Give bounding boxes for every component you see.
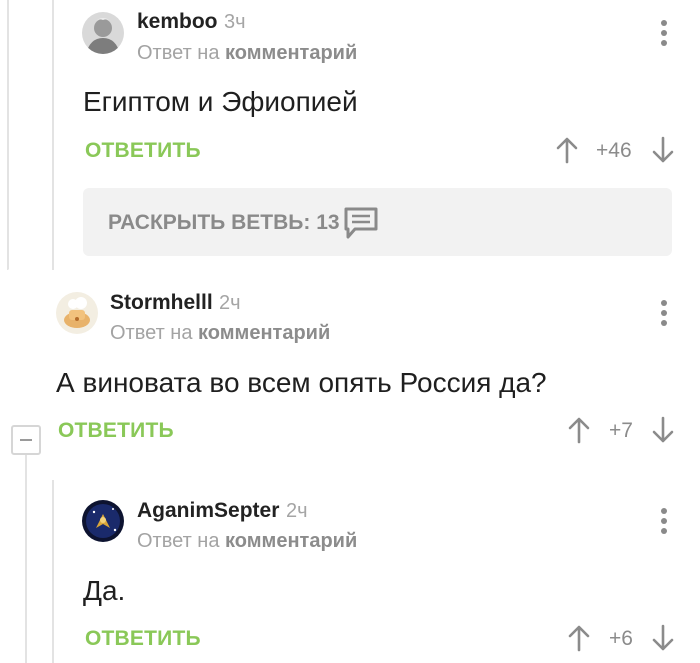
arrow-down-icon[interactable]: [652, 416, 674, 444]
avatar[interactable]: [82, 500, 124, 542]
reply-button[interactable]: ОТВЕТИТЬ: [58, 419, 174, 443]
reply-target-link[interactable]: комментарий: [225, 42, 357, 64]
reply-target-link[interactable]: комментарий: [198, 322, 330, 344]
comment-text: Египтом и Эфиопией: [83, 86, 358, 117]
comment-time: 2ч: [286, 500, 308, 522]
comment-time: 3ч: [224, 11, 246, 33]
expand-branch-button[interactable]: РАСКРЫТЬ ВЕТВЬ: 13: [83, 188, 672, 256]
reply-prefix: Ответ на: [137, 530, 220, 552]
kebab-menu-icon[interactable]: [660, 300, 668, 330]
rating-value: +7: [609, 419, 633, 442]
reply-prefix: Ответ на: [110, 322, 193, 344]
reply-target-link[interactable]: комментарий: [225, 530, 357, 552]
reply-to-line: Ответ на комментарий: [137, 530, 357, 553]
arrow-up-icon[interactable]: [556, 136, 578, 164]
collapse-thread-button[interactable]: [11, 425, 41, 455]
comment-text: А виновата во всем опять Россия да?: [56, 367, 547, 398]
reply-prefix: Ответ на: [137, 42, 220, 64]
arrow-up-icon[interactable]: [568, 624, 590, 652]
username[interactable]: kemboo: [137, 10, 218, 34]
comment-bubble-icon: [344, 207, 378, 239]
arrow-down-icon[interactable]: [652, 624, 674, 652]
reply-button[interactable]: ОТВЕТИТЬ: [85, 139, 201, 163]
comment-time: 2ч: [219, 292, 241, 314]
avatar[interactable]: [56, 292, 98, 334]
thread-line-collapse: [25, 455, 27, 663]
thread-line-level3: [52, 480, 54, 663]
username[interactable]: AganimSepter: [137, 499, 279, 523]
rating-value: +6: [609, 627, 633, 650]
thread-line-outer: [7, 0, 9, 270]
reply-to-line: Ответ на комментарий: [110, 322, 330, 345]
reply-to-line: Ответ на комментарий: [137, 42, 357, 65]
arrow-up-icon[interactable]: [568, 416, 590, 444]
kebab-menu-icon[interactable]: [660, 508, 668, 538]
thread-line-level2: [52, 0, 54, 270]
comment-text: Да.: [83, 575, 126, 606]
username[interactable]: Stormhelll: [110, 291, 213, 315]
avatar[interactable]: [82, 12, 124, 54]
expand-branch-label: РАСКРЫТЬ ВЕТВЬ: 13: [108, 211, 340, 234]
reply-button[interactable]: ОТВЕТИТЬ: [85, 627, 201, 651]
kebab-menu-icon[interactable]: [660, 20, 668, 50]
arrow-down-icon[interactable]: [652, 136, 674, 164]
rating-value: +46: [596, 139, 632, 162]
